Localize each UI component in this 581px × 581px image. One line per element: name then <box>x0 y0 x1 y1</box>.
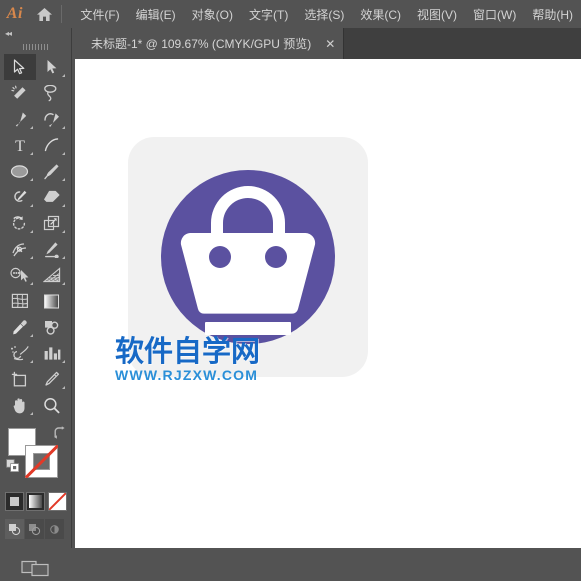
tool-group-indicator <box>61 74 65 77</box>
type-tool[interactable]: T <box>4 132 36 158</box>
tools-panel: ◂◂ T <box>0 28 72 577</box>
draw-inside-button[interactable] <box>44 519 65 539</box>
width-tool[interactable] <box>4 236 36 262</box>
tool-group-indicator <box>61 152 65 155</box>
gradient-tool[interactable] <box>36 288 68 314</box>
menu-edit[interactable]: 编辑(E) <box>128 2 184 27</box>
panel-drag-handle[interactable] <box>0 40 71 54</box>
draw-normal-button[interactable] <box>4 519 25 539</box>
scale-tool[interactable] <box>36 210 68 236</box>
blend-tool[interactable] <box>36 314 68 340</box>
tool-group-indicator <box>29 282 33 285</box>
menu-type[interactable]: 文字(T) <box>241 2 296 27</box>
stroke-swatch[interactable] <box>24 445 58 478</box>
change-screen-mode-button[interactable] <box>5 555 67 581</box>
tool-group-indicator <box>61 282 65 285</box>
color-mode-button[interactable] <box>4 492 24 511</box>
draw-behind-button[interactable] <box>24 519 45 539</box>
close-icon[interactable]: ✕ <box>323 37 337 51</box>
ellipse-tool[interactable] <box>4 158 36 184</box>
tool-group-indicator <box>29 334 33 337</box>
column-graph-tool[interactable] <box>36 340 68 366</box>
shopping-basket-icon[interactable] <box>128 137 368 377</box>
tool-group-indicator <box>29 230 33 233</box>
draw-mode-buttons <box>4 519 67 539</box>
document-tab[interactable]: 未标题-1* @ 109.67% (CMYK/GPU 预览) ✕ <box>75 28 345 59</box>
tool-group-indicator <box>61 204 65 207</box>
eraser-tool[interactable] <box>36 184 68 210</box>
gradient-mode-button[interactable] <box>26 492 45 511</box>
menu-item-list: 文件(F) 编辑(E) 对象(O) 文字(T) 选择(S) 效果(C) 视图(V… <box>72 2 581 27</box>
home-icon[interactable] <box>30 0 60 28</box>
tool-group-indicator <box>29 204 33 207</box>
tool-group-indicator <box>61 126 65 129</box>
artboard-tool[interactable] <box>4 366 36 392</box>
tool-group-indicator <box>29 256 33 259</box>
shape-builder-tool[interactable] <box>4 262 36 288</box>
default-fill-stroke-icon[interactable] <box>5 459 20 473</box>
tool-group-indicator <box>29 178 33 181</box>
tool-group-indicator <box>61 360 65 363</box>
selection-tool[interactable] <box>3 54 36 80</box>
app-logo: Ai <box>6 5 23 22</box>
menu-bar: Ai 文件(F) 编辑(E) 对象(O) 文字(T) 选择(S) 效果(C) 视… <box>0 0 581 28</box>
magic-wand-tool[interactable] <box>4 80 36 106</box>
tool-group-indicator <box>29 412 33 415</box>
zoom-tool[interactable] <box>36 392 68 418</box>
menu-view[interactable]: 视图(V) <box>409 2 465 27</box>
document-canvas[interactable]: 软件自学网 WWW.RJZXW.COM <box>75 59 581 548</box>
tools-panel-header: ◂◂ <box>0 28 71 40</box>
svg-text:T: T <box>15 138 25 153</box>
line-segment-tool[interactable] <box>36 132 68 158</box>
symbol-sprayer-tool[interactable] <box>4 340 36 366</box>
menu-effect[interactable]: 效果(C) <box>352 2 409 27</box>
paintbrush-tool[interactable] <box>36 158 68 184</box>
eyedropper-tool[interactable] <box>4 314 36 340</box>
basket-artwork <box>161 170 335 344</box>
collapse-panel-icon[interactable]: ◂◂ <box>5 30 12 38</box>
tool-group-indicator <box>29 360 33 363</box>
menu-help[interactable]: 帮助(H) <box>524 2 581 27</box>
document-tab-title: 未标题-1* @ 109.67% (CMYK/GPU 预览) <box>91 37 312 51</box>
none-mode-button[interactable] <box>47 492 67 511</box>
color-mode-buttons <box>4 492 67 514</box>
tool-group-indicator <box>61 256 65 259</box>
lasso-tool[interactable] <box>36 80 68 106</box>
tool-grid: T <box>3 54 68 418</box>
menu-select[interactable]: 选择(S) <box>296 2 352 27</box>
hand-tool[interactable] <box>4 392 36 418</box>
fill-stroke-controls <box>4 426 68 488</box>
direct-selection-tool[interactable] <box>36 54 68 80</box>
menu-window[interactable]: 窗口(W) <box>465 2 524 27</box>
slice-tool[interactable] <box>36 366 68 392</box>
mesh-tool[interactable] <box>4 288 36 314</box>
shaper-pencil-tool[interactable] <box>4 184 36 210</box>
document-tab-bar: 未标题-1* @ 109.67% (CMYK/GPU 预览) ✕ <box>75 28 581 59</box>
stroke-swatch-inner <box>32 453 50 470</box>
rotate-tool[interactable] <box>4 210 36 236</box>
illustrator-window: Ai 文件(F) 编辑(E) 对象(O) 文字(T) 选择(S) 效果(C) 视… <box>0 0 581 577</box>
tool-group-indicator <box>61 386 65 389</box>
pen-tool[interactable] <box>4 106 36 132</box>
menu-object[interactable]: 对象(O) <box>184 2 241 27</box>
tool-group-indicator <box>29 126 33 129</box>
free-transform-tool[interactable] <box>36 236 68 262</box>
curvature-tool[interactable] <box>36 106 68 132</box>
menu-separator <box>61 5 63 23</box>
menu-file[interactable]: 文件(F) <box>72 2 127 27</box>
tool-group-indicator <box>61 178 65 181</box>
tool-group-indicator <box>29 152 33 155</box>
tool-group-indicator <box>61 230 65 233</box>
swap-fill-stroke-icon[interactable] <box>53 426 67 440</box>
perspective-grid-tool[interactable] <box>36 262 68 288</box>
